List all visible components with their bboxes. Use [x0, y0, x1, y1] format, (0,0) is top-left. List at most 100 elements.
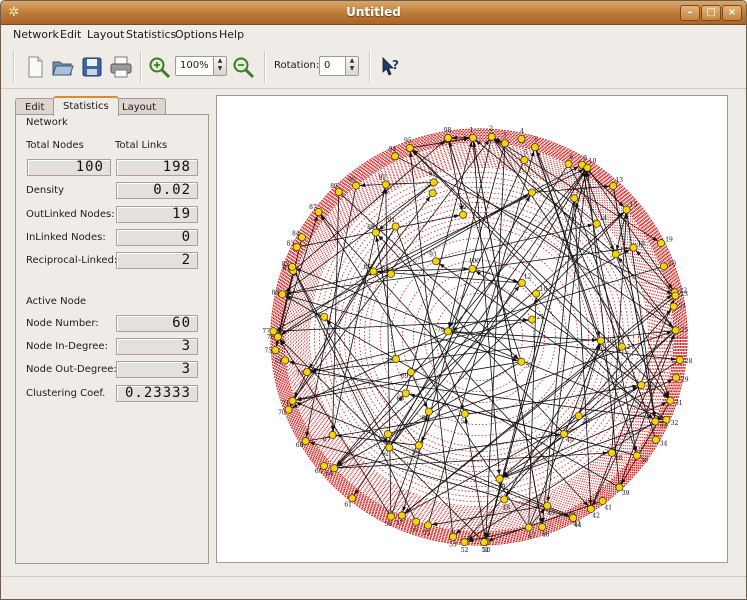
graph-node[interactable] — [432, 257, 441, 266]
graph-node[interactable] — [288, 396, 297, 405]
graph-node[interactable] — [564, 160, 573, 168]
graph-node[interactable] — [429, 178, 438, 187]
graph-node[interactable] — [281, 356, 290, 365]
title-bar[interactable]: ✲ Untitled – □ × — [1, 1, 746, 25]
graph-node[interactable] — [487, 132, 496, 141]
tab-statistics[interactable]: Statistics — [53, 96, 119, 116]
new-file-icon[interactable] — [23, 55, 47, 79]
network-graph[interactable]: 1 2345678 9 1011121314151617181920212223242… — [217, 96, 727, 562]
graph-node[interactable] — [468, 133, 477, 142]
zoom-value[interactable]: 100% — [180, 60, 209, 71]
graph-node-label: 95 — [404, 137, 412, 144]
graph-node[interactable] — [292, 243, 301, 252]
graph-node[interactable] — [500, 495, 509, 504]
toolbar-separator — [140, 51, 141, 83]
zoom-in-icon[interactable] — [147, 55, 171, 79]
rotation-value[interactable]: 0 — [324, 60, 330, 71]
print-icon[interactable] — [109, 55, 133, 79]
graph-node[interactable] — [405, 144, 414, 152]
graph-node[interactable] — [288, 262, 297, 271]
graph-node[interactable] — [468, 264, 477, 273]
graph-node[interactable] — [412, 517, 421, 526]
graph-node[interactable] — [651, 417, 660, 426]
graph-node[interactable] — [657, 239, 666, 248]
maximize-button[interactable]: □ — [701, 5, 721, 21]
open-folder-icon[interactable] — [51, 55, 75, 79]
menu-statistics[interactable]: Statistics — [126, 28, 176, 41]
graph-node[interactable] — [278, 290, 287, 299]
density-label: Density — [26, 185, 65, 196]
zoom-spinbox[interactable]: 100% ▲ ▼ — [175, 56, 227, 76]
menu-help[interactable]: Help — [219, 28, 244, 41]
zoom-out-icon[interactable] — [231, 55, 255, 79]
graph-node[interactable] — [495, 474, 504, 483]
graph-node[interactable] — [424, 407, 433, 416]
graph-node[interactable] — [666, 396, 675, 405]
graph-node[interactable] — [444, 133, 452, 142]
tab-layout[interactable]: Layout — [112, 98, 166, 115]
graph-node[interactable] — [320, 312, 329, 321]
graph-node[interactable] — [524, 523, 533, 532]
graph-node[interactable] — [675, 356, 684, 364]
minimize-button[interactable]: – — [680, 5, 700, 21]
graph-node[interactable] — [460, 409, 469, 418]
graph-node[interactable] — [583, 163, 592, 172]
graph-node[interactable] — [460, 538, 469, 547]
graph-node[interactable] — [428, 189, 437, 198]
graph-node-label: 92 — [379, 175, 387, 182]
graph-node[interactable] — [569, 514, 578, 522]
graph-node[interactable] — [271, 346, 280, 355]
network-canvas[interactable]: 1 2 3 4 5 6 7 8 9 10 11 12 13 14 15 16 17 18 19 20 21 22 23 24 2… — [216, 95, 728, 563]
graph-node[interactable] — [449, 532, 458, 541]
graph-edge — [472, 268, 642, 386]
graph-node[interactable] — [651, 435, 660, 444]
graph-node[interactable] — [480, 538, 489, 547]
graph-node[interactable] — [517, 134, 526, 143]
graph-node[interactable] — [381, 180, 390, 189]
graph-node[interactable] — [671, 326, 680, 335]
graph-node[interactable] — [659, 262, 668, 271]
close-button[interactable]: × — [722, 5, 742, 21]
graph-node[interactable] — [543, 501, 552, 510]
graph-node[interactable] — [570, 194, 579, 203]
graph-node[interactable] — [444, 327, 452, 336]
graph-node[interactable] — [527, 315, 536, 324]
graph-node[interactable] — [500, 139, 509, 148]
menu-network[interactable]: Network — [13, 28, 59, 41]
whats-this-help-icon[interactable]: ? — [379, 55, 403, 79]
graph-node[interactable] — [596, 336, 605, 345]
graph-node[interactable] — [538, 523, 547, 531]
graph-node[interactable] — [672, 373, 681, 382]
graph-node[interactable] — [391, 152, 400, 161]
graph-node[interactable] — [303, 368, 311, 376]
rotation-spinbox[interactable]: 0 ▲ ▼ — [319, 56, 359, 76]
edge-arrowhead — [651, 412, 656, 418]
graph-node[interactable] — [269, 327, 278, 336]
graph-node[interactable] — [617, 342, 626, 351]
graph-node[interactable] — [669, 302, 678, 311]
graph-node[interactable] — [587, 505, 595, 513]
menu-layout[interactable]: Layout — [87, 28, 124, 41]
rotation-spin-arrows[interactable]: ▲ ▼ — [345, 57, 358, 75]
tab-edit[interactable]: Edit — [15, 98, 55, 115]
zoom-spin-arrows[interactable]: ▲ ▼ — [213, 57, 226, 75]
graph-node[interactable] — [424, 521, 432, 530]
graph-node[interactable] — [459, 210, 468, 219]
graph-node[interactable] — [386, 512, 395, 521]
menu-edit[interactable]: Edit — [60, 28, 81, 41]
graph-node[interactable] — [520, 156, 529, 165]
node-out-degree-label: Node Out-Degree: — [26, 364, 117, 375]
graph-node[interactable] — [531, 143, 539, 152]
save-icon[interactable] — [80, 55, 104, 79]
graph-node[interactable] — [527, 188, 536, 197]
graph-node[interactable] — [611, 250, 620, 259]
graph-node[interactable] — [397, 511, 406, 520]
graph-node-label: 10 — [589, 158, 597, 165]
graph-node[interactable] — [392, 355, 400, 364]
graph-node[interactable] — [517, 357, 526, 366]
graph-node[interactable] — [629, 243, 638, 252]
graph-node[interactable] — [671, 291, 680, 300]
graph-node[interactable] — [414, 441, 423, 450]
menu-options[interactable]: Options — [175, 28, 217, 41]
graph-node[interactable] — [637, 381, 646, 390]
